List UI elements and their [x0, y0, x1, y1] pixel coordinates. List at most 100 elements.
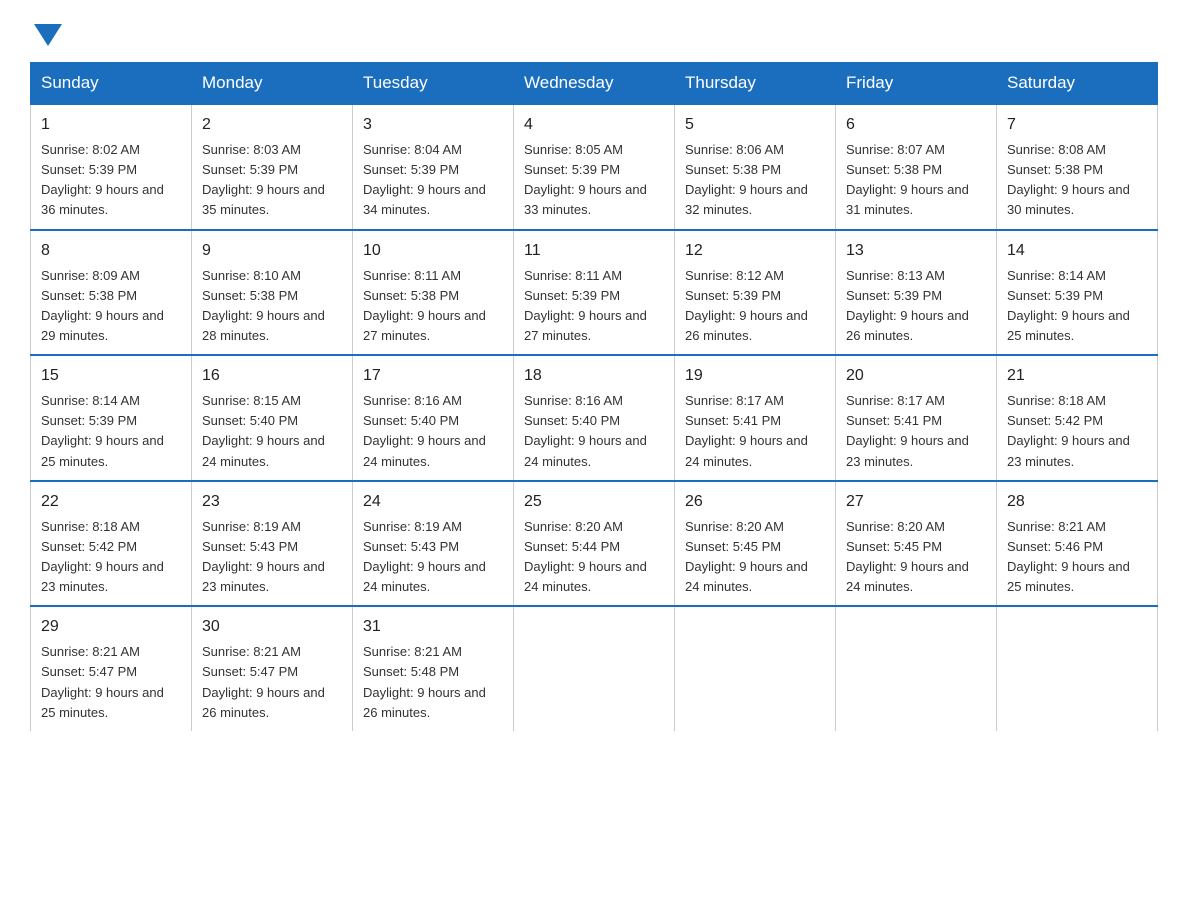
- day-info: Sunrise: 8:17 AMSunset: 5:41 PMDaylight:…: [846, 391, 986, 472]
- calendar-cell: 12Sunrise: 8:12 AMSunset: 5:39 PMDayligh…: [675, 230, 836, 356]
- day-info: Sunrise: 8:16 AMSunset: 5:40 PMDaylight:…: [524, 391, 664, 472]
- day-number: 30: [202, 615, 342, 639]
- day-info: Sunrise: 8:21 AMSunset: 5:47 PMDaylight:…: [202, 642, 342, 723]
- calendar-cell: 30 Sunrise: 8:21 AMSunset: 5:47 PMDayligh…: [192, 606, 353, 731]
- calendar-cell: 31 Sunrise: 8:21 AMSunset: 5:48 PMDayligh…: [353, 606, 514, 731]
- calendar-cell: 4 Sunrise: 8:05 AMSunset: 5:39 PMDaylight…: [514, 104, 675, 230]
- calendar-cell: 8Sunrise: 8:09 AMSunset: 5:38 PMDaylight…: [31, 230, 192, 356]
- day-number: 28: [1007, 490, 1147, 514]
- day-number: 22: [41, 490, 181, 514]
- weekday-header-sunday: Sunday: [31, 63, 192, 105]
- day-info: Sunrise: 8:17 AMSunset: 5:41 PMDaylight:…: [685, 391, 825, 472]
- weekday-header-tuesday: Tuesday: [353, 63, 514, 105]
- calendar-cell: 9 Sunrise: 8:10 AMSunset: 5:38 PMDaylight…: [192, 230, 353, 356]
- calendar-cell: 26 Sunrise: 8:20 AMSunset: 5:45 PMDayligh…: [675, 481, 836, 607]
- day-info: Sunrise: 8:14 AMSunset: 5:39 PMDaylight:…: [41, 391, 181, 472]
- day-info: Sunrise: 8:20 AMSunset: 5:45 PMDaylight:…: [846, 517, 986, 598]
- day-number: 17: [363, 364, 503, 388]
- weekday-header-friday: Friday: [836, 63, 997, 105]
- day-number: 16: [202, 364, 342, 388]
- day-info: Sunrise: 8:08 AMSunset: 5:38 PMDaylight:…: [1007, 140, 1147, 221]
- day-number: 21: [1007, 364, 1147, 388]
- day-number: 5: [685, 113, 825, 137]
- day-info: Sunrise: 8:06 AMSunset: 5:38 PMDaylight:…: [685, 140, 825, 221]
- day-number: 25: [524, 490, 664, 514]
- day-info: Sunrise: 8:04 AMSunset: 5:39 PMDaylight:…: [363, 140, 503, 221]
- day-info: Sunrise: 8:18 AMSunset: 5:42 PMDaylight:…: [1007, 391, 1147, 472]
- calendar-cell: 14Sunrise: 8:14 AMSunset: 5:39 PMDayligh…: [997, 230, 1158, 356]
- calendar-cell: [836, 606, 997, 731]
- day-number: 1: [41, 113, 181, 137]
- calendar-cell: 24Sunrise: 8:19 AMSunset: 5:43 PMDayligh…: [353, 481, 514, 607]
- day-number: 29: [41, 615, 181, 639]
- calendar-cell: 7 Sunrise: 8:08 AMSunset: 5:38 PMDaylight…: [997, 104, 1158, 230]
- calendar-cell: 15 Sunrise: 8:14 AMSunset: 5:39 PMDayligh…: [31, 355, 192, 481]
- calendar-table: SundayMondayTuesdayWednesdayThursdayFrid…: [30, 62, 1158, 731]
- calendar-cell: 13 Sunrise: 8:13 AMSunset: 5:39 PMDayligh…: [836, 230, 997, 356]
- day-number: 7: [1007, 113, 1147, 137]
- day-number: 23: [202, 490, 342, 514]
- day-info: Sunrise: 8:21 AMSunset: 5:46 PMDaylight:…: [1007, 517, 1147, 598]
- calendar-cell: 22 Sunrise: 8:18 AMSunset: 5:42 PMDayligh…: [31, 481, 192, 607]
- day-info: Sunrise: 8:11 AMSunset: 5:39 PMDaylight:…: [524, 266, 664, 347]
- day-number: 3: [363, 113, 503, 137]
- day-info: Sunrise: 8:19 AMSunset: 5:43 PMDaylight:…: [202, 517, 342, 598]
- calendar-cell: 10Sunrise: 8:11 AMSunset: 5:38 PMDayligh…: [353, 230, 514, 356]
- day-info: Sunrise: 8:05 AMSunset: 5:39 PMDaylight:…: [524, 140, 664, 221]
- day-info: Sunrise: 8:20 AMSunset: 5:45 PMDaylight:…: [685, 517, 825, 598]
- calendar-cell: [997, 606, 1158, 731]
- calendar-week-row: 29 Sunrise: 8:21 AMSunset: 5:47 PMDayligh…: [31, 606, 1158, 731]
- logo-triangle-icon: [34, 24, 62, 46]
- day-number: 13: [846, 239, 986, 263]
- day-info: Sunrise: 8:14 AMSunset: 5:39 PMDaylight:…: [1007, 266, 1147, 347]
- day-info: Sunrise: 8:02 AMSunset: 5:39 PMDaylight:…: [41, 140, 181, 221]
- day-info: Sunrise: 8:10 AMSunset: 5:38 PMDaylight:…: [202, 266, 342, 347]
- day-number: 24: [363, 490, 503, 514]
- day-number: 9: [202, 239, 342, 263]
- day-info: Sunrise: 8:18 AMSunset: 5:42 PMDaylight:…: [41, 517, 181, 598]
- calendar-cell: 25 Sunrise: 8:20 AMSunset: 5:44 PMDayligh…: [514, 481, 675, 607]
- day-number: 20: [846, 364, 986, 388]
- day-info: Sunrise: 8:13 AMSunset: 5:39 PMDaylight:…: [846, 266, 986, 347]
- day-info: Sunrise: 8:07 AMSunset: 5:38 PMDaylight:…: [846, 140, 986, 221]
- calendar-cell: 11 Sunrise: 8:11 AMSunset: 5:39 PMDayligh…: [514, 230, 675, 356]
- calendar-week-row: 1 Sunrise: 8:02 AMSunset: 5:39 PMDaylight…: [31, 104, 1158, 230]
- calendar-cell: 5 Sunrise: 8:06 AMSunset: 5:38 PMDaylight…: [675, 104, 836, 230]
- calendar-cell: 16Sunrise: 8:15 AMSunset: 5:40 PMDayligh…: [192, 355, 353, 481]
- calendar-cell: [514, 606, 675, 731]
- calendar-cell: 23 Sunrise: 8:19 AMSunset: 5:43 PMDayligh…: [192, 481, 353, 607]
- calendar-week-row: 22 Sunrise: 8:18 AMSunset: 5:42 PMDayligh…: [31, 481, 1158, 607]
- day-number: 6: [846, 113, 986, 137]
- day-number: 18: [524, 364, 664, 388]
- calendar-cell: 19 Sunrise: 8:17 AMSunset: 5:41 PMDayligh…: [675, 355, 836, 481]
- calendar-cell: 28 Sunrise: 8:21 AMSunset: 5:46 PMDayligh…: [997, 481, 1158, 607]
- calendar-cell: 1 Sunrise: 8:02 AMSunset: 5:39 PMDaylight…: [31, 104, 192, 230]
- day-number: 10: [363, 239, 503, 263]
- day-info: Sunrise: 8:16 AMSunset: 5:40 PMDaylight:…: [363, 391, 503, 472]
- calendar-cell: 27 Sunrise: 8:20 AMSunset: 5:45 PMDayligh…: [836, 481, 997, 607]
- calendar-header-row: SundayMondayTuesdayWednesdayThursdayFrid…: [31, 63, 1158, 105]
- day-number: 26: [685, 490, 825, 514]
- weekday-header-thursday: Thursday: [675, 63, 836, 105]
- calendar-cell: 2Sunrise: 8:03 AMSunset: 5:39 PMDaylight…: [192, 104, 353, 230]
- day-info: Sunrise: 8:21 AMSunset: 5:48 PMDaylight:…: [363, 642, 503, 723]
- day-number: 19: [685, 364, 825, 388]
- calendar-cell: 29Sunrise: 8:21 AMSunset: 5:47 PMDayligh…: [31, 606, 192, 731]
- calendar-cell: 6 Sunrise: 8:07 AMSunset: 5:38 PMDaylight…: [836, 104, 997, 230]
- calendar-cell: 17 Sunrise: 8:16 AMSunset: 5:40 PMDayligh…: [353, 355, 514, 481]
- weekday-header-monday: Monday: [192, 63, 353, 105]
- day-info: Sunrise: 8:03 AMSunset: 5:39 PMDaylight:…: [202, 140, 342, 221]
- calendar-cell: 18 Sunrise: 8:16 AMSunset: 5:40 PMDayligh…: [514, 355, 675, 481]
- day-info: Sunrise: 8:20 AMSunset: 5:44 PMDaylight:…: [524, 517, 664, 598]
- calendar-cell: [675, 606, 836, 731]
- day-info: Sunrise: 8:12 AMSunset: 5:39 PMDaylight:…: [685, 266, 825, 347]
- calendar-week-row: 8Sunrise: 8:09 AMSunset: 5:38 PMDaylight…: [31, 230, 1158, 356]
- calendar-cell: 20 Sunrise: 8:17 AMSunset: 5:41 PMDayligh…: [836, 355, 997, 481]
- day-info: Sunrise: 8:09 AMSunset: 5:38 PMDaylight:…: [41, 266, 181, 347]
- logo: [30, 20, 62, 46]
- day-number: 31: [363, 615, 503, 639]
- day-number: 11: [524, 239, 664, 263]
- day-number: 15: [41, 364, 181, 388]
- day-number: 27: [846, 490, 986, 514]
- day-number: 4: [524, 113, 664, 137]
